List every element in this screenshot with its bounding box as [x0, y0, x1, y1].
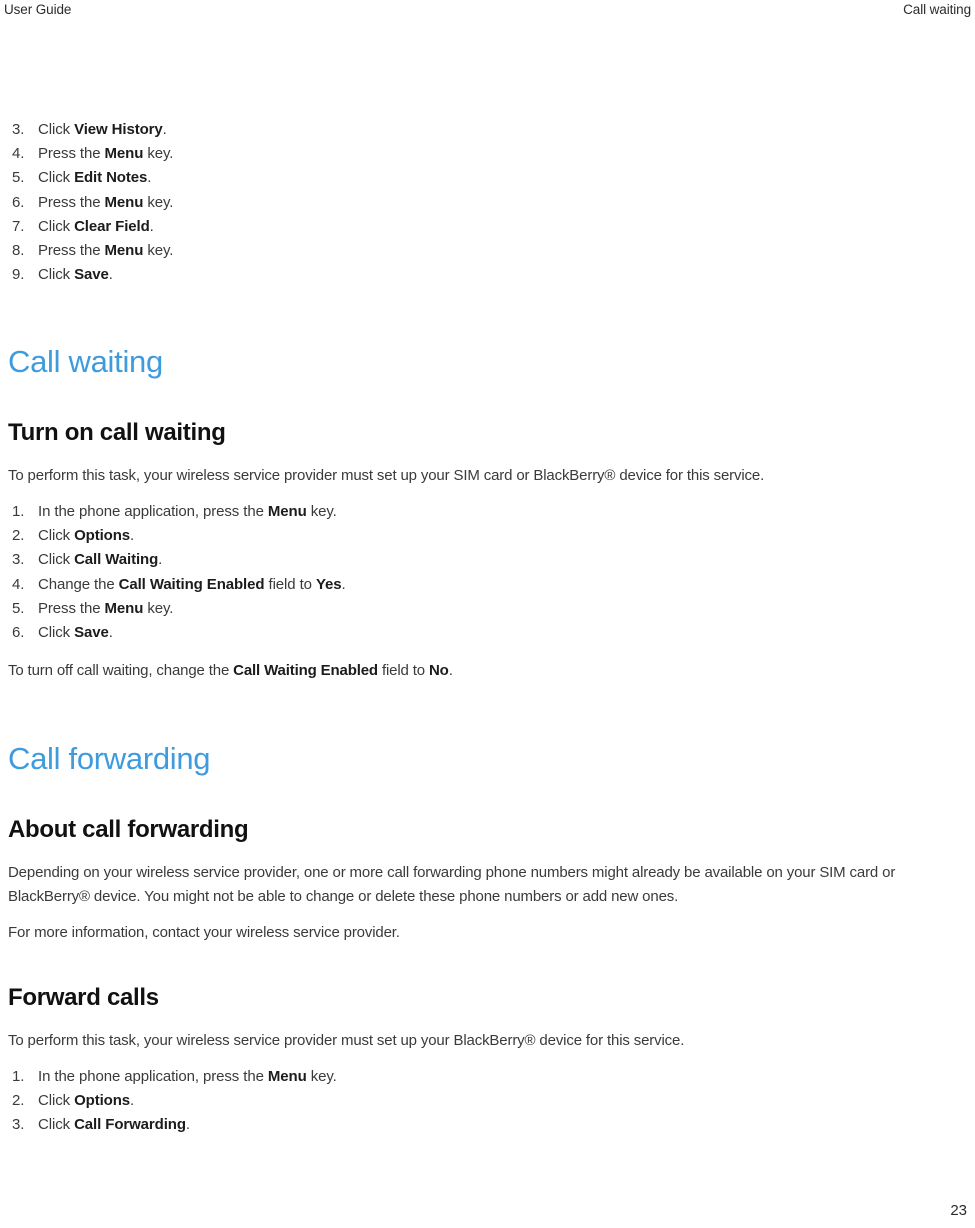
continued-step-item: 3. Click View History. [8, 118, 967, 142]
call-waiting-step-item-text: In the phone application, press the Menu… [38, 502, 337, 520]
continued-step-item-text: Press the Menu key. [38, 242, 174, 260]
forward-calls-step-item-number: 1. [12, 1067, 25, 1085]
call-waiting-step-item-number: 2. [12, 527, 25, 545]
continued-step-item-number: 4. [12, 145, 25, 163]
paragraph-forward-calls-intro: To perform this task, your wireless serv… [8, 1032, 685, 1050]
continued-step-item-text: Press the Menu key. [38, 145, 174, 163]
call-waiting-step-item: 3. Click Call Waiting. [8, 548, 967, 572]
page-number: 23 [950, 1202, 967, 1219]
paragraph-about-call-forwarding: Depending on your wireless service provi… [8, 863, 896, 906]
section-title-turn-on-call-waiting: Turn on call waiting [8, 419, 226, 447]
forward-calls-step-item-number: 2. [12, 1091, 25, 1109]
call-waiting-step-item-text: Press the Menu key. [38, 599, 174, 617]
chapter-title-call-forwarding: Call forwarding [8, 740, 211, 776]
forward-calls-step-item-text: Click Call Forwarding. [38, 1116, 190, 1134]
continued-step-item-number: 7. [12, 217, 25, 235]
continued-step-item-number: 6. [12, 193, 25, 211]
forward-calls-step-item: 3. Click Call Forwarding. [8, 1113, 967, 1137]
call-waiting-step-item-text: Click Options. [38, 527, 135, 545]
call-waiting-step-item-number: 6. [12, 623, 25, 641]
call-waiting-step-item-text: Click Save. [38, 623, 113, 641]
call-waiting-step-item-text: Click Call Waiting. [38, 551, 163, 569]
section-title-about-call-forwarding: About call forwarding [8, 815, 249, 843]
continued-step-item-number: 5. [12, 169, 25, 187]
call-waiting-step-item-number: 1. [12, 502, 25, 520]
continued-step-item-text: Click Clear Field. [38, 217, 154, 235]
continued-step-item-text: Click Edit Notes. [38, 169, 152, 187]
continued-step-item: 6. Press the Menu key. [8, 191, 967, 215]
call-waiting-step-item-number: 5. [12, 599, 25, 617]
paragraph-call-waiting-outro: To turn off call waiting, change the Cal… [8, 662, 453, 680]
chapter-title-call-waiting: Call waiting [8, 344, 163, 380]
page-content: 3. Click View History. 4. Press the Menu ke… [8, 118, 967, 1137]
call-waiting-steps-list: 1. In the phone application, press the Me… [8, 500, 967, 645]
call-waiting-step-item-number: 3. [12, 551, 25, 569]
continued-step-item-text: Click View History. [38, 121, 167, 138]
continued-step-item: 9. Click Save. [8, 263, 967, 287]
section-title-forward-calls: Forward calls [8, 984, 159, 1012]
continued-step-item-number: 9. [12, 266, 25, 284]
continued-steps-list: 3. Click View History. 4. Press the Menu ke… [8, 118, 967, 287]
forward-calls-step-item: 2. Click Options. [8, 1089, 967, 1113]
call-waiting-step-item: 4. Change the Call Waiting Enabled field … [8, 573, 967, 597]
forward-calls-step-item-number: 3. [12, 1116, 25, 1134]
continued-step-item-text: Press the Menu key. [38, 193, 174, 211]
forward-calls-step-item: 1. In the phone application, press the Me… [8, 1065, 967, 1089]
call-waiting-step-item: 6. Click Save. [8, 621, 967, 645]
paragraph-about-call-forwarding-more-info: For more information, contact your wirel… [8, 923, 400, 941]
continued-step-item-number: 3. [12, 121, 25, 138]
header-document-title: User Guide [4, 2, 72, 17]
continued-step-item: 4. Press the Menu key. [8, 142, 967, 166]
continued-step-item: 8. Press the Menu key. [8, 239, 967, 263]
continued-step-item-number: 8. [12, 242, 25, 260]
call-waiting-step-item: 2. Click Options. [8, 524, 967, 548]
header-section-title: Call waiting [903, 2, 971, 17]
call-waiting-step-item: 1. In the phone application, press the Me… [8, 500, 967, 524]
call-waiting-step-item-number: 4. [12, 575, 25, 593]
forward-calls-step-item-text: In the phone application, press the Menu… [38, 1067, 337, 1085]
paragraph-call-waiting-intro: To perform this task, your wireless serv… [8, 467, 765, 485]
call-waiting-step-item: 5. Press the Menu key. [8, 597, 967, 621]
page-header: User Guide Call waiting [0, 0, 975, 20]
call-waiting-step-item-text: Change the Call Waiting Enabled field to… [38, 575, 346, 593]
page-footer: 23 [0, 1202, 967, 1220]
continued-step-item: 7. Click Clear Field. [8, 215, 967, 239]
forward-calls-step-item-text: Click Options. [38, 1091, 135, 1109]
forward-calls-steps-list: 1. In the phone application, press the Me… [8, 1065, 967, 1138]
continued-step-item-text: Click Save. [38, 266, 113, 284]
continued-step-item: 5. Click Edit Notes. [8, 166, 967, 190]
